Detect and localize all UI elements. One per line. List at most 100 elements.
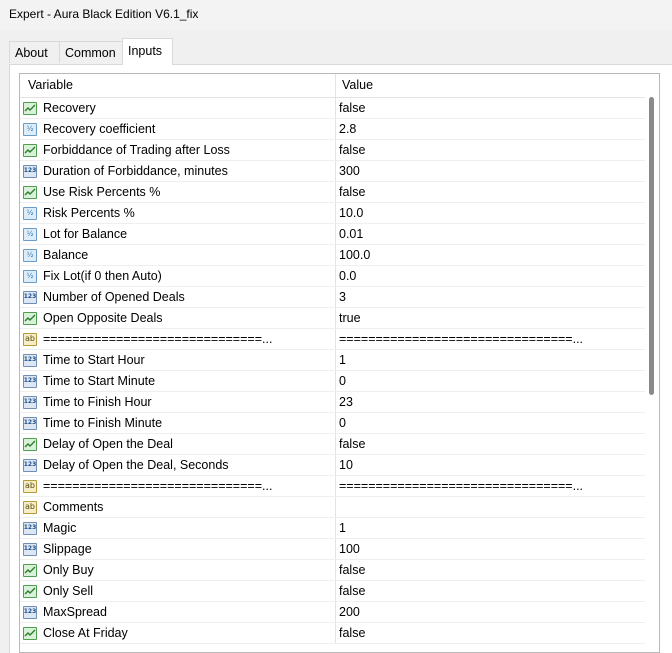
variable-cell[interactable]: 123 Duration of Forbiddance, minutes <box>20 161 336 181</box>
variable-value[interactable]: 3 <box>339 290 346 304</box>
table-row[interactable]: ½ Fix Lot(if 0 then Auto) 0.0 <box>20 266 659 287</box>
value-cell[interactable]: 2.8 <box>336 119 659 139</box>
variable-value[interactable]: 10.0 <box>339 206 363 220</box>
variable-cell[interactable]: 123 MaxSpread <box>20 602 336 622</box>
vertical-scrollbar[interactable] <box>645 97 659 652</box>
table-row[interactable]: 123 Time to Start Minute 0 <box>20 371 659 392</box>
table-row[interactable]: 123 Number of Opened Deals 3 <box>20 287 659 308</box>
variable-value[interactable]: false <box>339 143 365 157</box>
table-row[interactable]: 123 Duration of Forbiddance, minutes 300 <box>20 161 659 182</box>
value-cell[interactable]: 300 <box>336 161 659 181</box>
variable-cell[interactable]: Use Risk Percents % <box>20 182 336 202</box>
table-row[interactable]: ab ==============================... =====… <box>20 329 659 350</box>
variable-cell[interactable]: Only Buy <box>20 560 336 580</box>
variable-value[interactable]: 300 <box>339 164 360 178</box>
variable-cell[interactable]: 123 Slippage <box>20 539 336 559</box>
table-row[interactable]: Delay of Open the Deal false <box>20 434 659 455</box>
variable-value[interactable]: 200 <box>339 605 360 619</box>
value-cell[interactable]: 23 <box>336 392 659 412</box>
value-cell[interactable]: false <box>336 98 659 118</box>
value-cell[interactable]: false <box>336 434 659 454</box>
value-cell[interactable]: 10 <box>336 455 659 475</box>
variable-cell[interactable]: Only Sell <box>20 581 336 601</box>
table-row[interactable]: 123 Time to Finish Minute 0 <box>20 413 659 434</box>
value-cell[interactable]: 100 <box>336 539 659 559</box>
variable-cell[interactable]: ab Comments <box>20 497 336 517</box>
variable-cell[interactable]: Recovery <box>20 98 336 118</box>
table-row[interactable]: 123 MaxSpread 200 <box>20 602 659 623</box>
table-row[interactable]: ½ Risk Percents % 10.0 <box>20 203 659 224</box>
variable-cell[interactable]: Open Opposite Deals <box>20 308 336 328</box>
variable-value[interactable]: 100.0 <box>339 248 370 262</box>
table-row[interactable]: Only Buy false <box>20 560 659 581</box>
variable-value[interactable]: true <box>339 311 361 325</box>
variable-cell[interactable]: 123 Delay of Open the Deal, Seconds <box>20 455 336 475</box>
table-row[interactable]: Only Sell false <box>20 581 659 602</box>
value-cell[interactable]: 200 <box>336 602 659 622</box>
variable-value[interactable]: 1 <box>339 521 346 535</box>
table-row[interactable]: Open Opposite Deals true <box>20 308 659 329</box>
value-cell[interactable]: true <box>336 308 659 328</box>
variable-cell[interactable]: ab ==============================... <box>20 329 336 349</box>
value-cell[interactable]: ================================... <box>336 329 659 349</box>
variable-cell[interactable]: ½ Risk Percents % <box>20 203 336 223</box>
variable-cell[interactable]: 123 Number of Opened Deals <box>20 287 336 307</box>
variable-cell[interactable]: 123 Time to Start Minute <box>20 371 336 391</box>
value-cell[interactable]: false <box>336 140 659 160</box>
variable-cell[interactable]: ½ Fix Lot(if 0 then Auto) <box>20 266 336 286</box>
value-cell[interactable]: 0.0 <box>336 266 659 286</box>
variable-cell[interactable]: Delay of Open the Deal <box>20 434 336 454</box>
variable-value[interactable]: false <box>339 185 365 199</box>
variable-cell[interactable]: 123 Time to Finish Hour <box>20 392 336 412</box>
column-header-value[interactable]: Value <box>336 74 659 97</box>
variable-cell[interactable]: 123 Time to Start Hour <box>20 350 336 370</box>
table-row[interactable]: 123 Time to Finish Hour 23 <box>20 392 659 413</box>
value-cell[interactable]: 10.0 <box>336 203 659 223</box>
value-cell[interactable]: 0 <box>336 413 659 433</box>
variable-cell[interactable]: ½ Lot for Balance <box>20 224 336 244</box>
column-header-variable[interactable]: Variable <box>20 74 336 97</box>
value-cell[interactable]: false <box>336 623 659 643</box>
variable-value[interactable]: 0.0 <box>339 269 356 283</box>
tab-inputs[interactable]: Inputs <box>122 38 173 65</box>
table-row[interactable]: 123 Delay of Open the Deal, Seconds 10 <box>20 455 659 476</box>
variable-value[interactable]: 10 <box>339 458 353 472</box>
table-row[interactable]: 123 Time to Start Hour 1 <box>20 350 659 371</box>
tab-common[interactable]: Common <box>59 41 123 63</box>
variable-value[interactable]: false <box>339 563 365 577</box>
value-cell[interactable]: 3 <box>336 287 659 307</box>
variable-value[interactable]: false <box>339 626 365 640</box>
variable-cell[interactable]: 123 Time to Finish Minute <box>20 413 336 433</box>
variable-cell[interactable]: ab ==============================... <box>20 476 336 496</box>
variable-value[interactable]: 0 <box>339 374 346 388</box>
variable-cell[interactable]: Close At Friday <box>20 623 336 643</box>
table-row[interactable]: ab ==============================... =====… <box>20 476 659 497</box>
value-cell[interactable]: 100.0 <box>336 245 659 265</box>
table-row[interactable]: 123 Magic 1 <box>20 518 659 539</box>
variable-value[interactable]: 0 <box>339 416 346 430</box>
table-row[interactable]: Close At Friday false <box>20 623 659 644</box>
variable-cell[interactable]: ½ Balance <box>20 245 336 265</box>
value-cell[interactable]: false <box>336 581 659 601</box>
table-row[interactable]: Use Risk Percents % false <box>20 182 659 203</box>
variable-value[interactable]: 23 <box>339 395 353 409</box>
table-row[interactable]: ½ Balance 100.0 <box>20 245 659 266</box>
variable-cell[interactable]: ½ Recovery coefficient <box>20 119 336 139</box>
table-row[interactable]: Recovery false <box>20 98 659 119</box>
variable-value[interactable]: 1 <box>339 353 346 367</box>
variable-value[interactable]: false <box>339 101 365 115</box>
variable-value[interactable]: 100 <box>339 542 360 556</box>
variable-value[interactable]: ================================... <box>339 332 583 346</box>
variable-value[interactable]: 0.01 <box>339 227 363 241</box>
value-cell[interactable]: false <box>336 560 659 580</box>
value-cell[interactable]: 1 <box>336 518 659 538</box>
variable-value[interactable]: false <box>339 584 365 598</box>
variable-value[interactable]: ================================... <box>339 479 583 493</box>
variable-value[interactable]: 2.8 <box>339 122 356 136</box>
value-cell[interactable]: 0.01 <box>336 224 659 244</box>
tab-about[interactable]: About <box>9 41 61 63</box>
value-cell[interactable]: 1 <box>336 350 659 370</box>
variable-cell[interactable]: Forbiddance of Trading after Loss <box>20 140 336 160</box>
value-cell[interactable]: false <box>336 182 659 202</box>
value-cell[interactable]: ================================... <box>336 476 659 496</box>
